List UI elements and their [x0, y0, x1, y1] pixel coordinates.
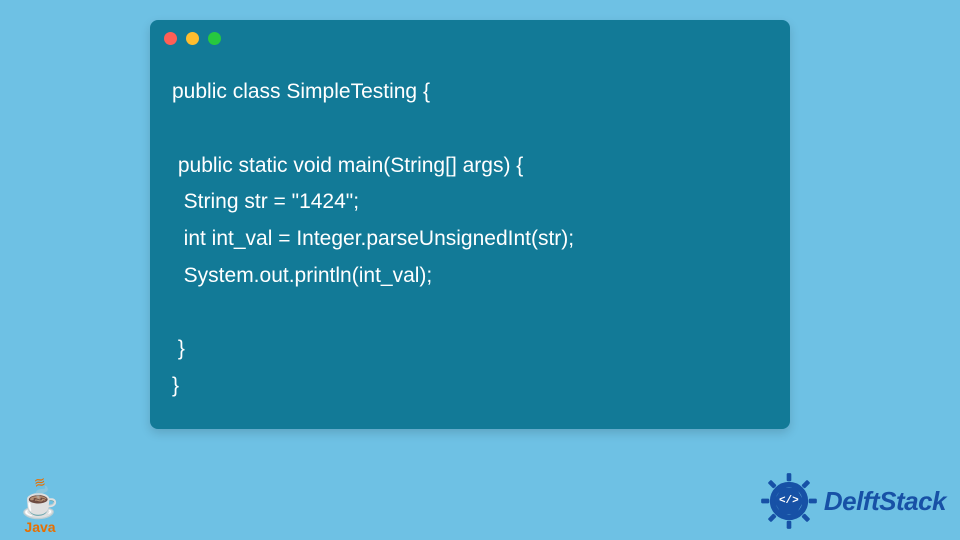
- code-line: String str = "1424";: [172, 184, 768, 221]
- code-body: public class SimpleTesting { public stat…: [150, 56, 790, 429]
- code-line: int int_val = Integer.parseUnsignedInt(s…: [172, 221, 768, 258]
- hex-badge-text: </>: [779, 495, 799, 507]
- code-line: public class SimpleTesting {: [172, 74, 768, 111]
- steam-icon: ≋: [33, 473, 48, 492]
- java-logo: ≋ ☕ Java: [10, 474, 70, 534]
- close-icon[interactable]: [164, 32, 177, 45]
- code-line: System.out.println(int_val);: [172, 258, 768, 295]
- code-line: [172, 295, 768, 332]
- window-titlebar: [150, 20, 790, 56]
- minimize-icon[interactable]: [186, 32, 199, 45]
- code-line: }: [172, 368, 768, 405]
- code-window: public class SimpleTesting { public stat…: [150, 20, 790, 429]
- gear-icon: </>: [760, 472, 818, 530]
- code-line: [172, 111, 768, 148]
- cup-icon: ☕: [21, 489, 58, 519]
- delftstack-logo-text: DelftStack: [824, 486, 946, 517]
- code-line: }: [172, 331, 768, 368]
- code-line: public static void main(String[] args) {: [172, 148, 768, 185]
- delftstack-logo: </> DelftStack: [760, 472, 946, 530]
- maximize-icon[interactable]: [208, 32, 221, 45]
- java-logo-text: Java: [24, 519, 55, 535]
